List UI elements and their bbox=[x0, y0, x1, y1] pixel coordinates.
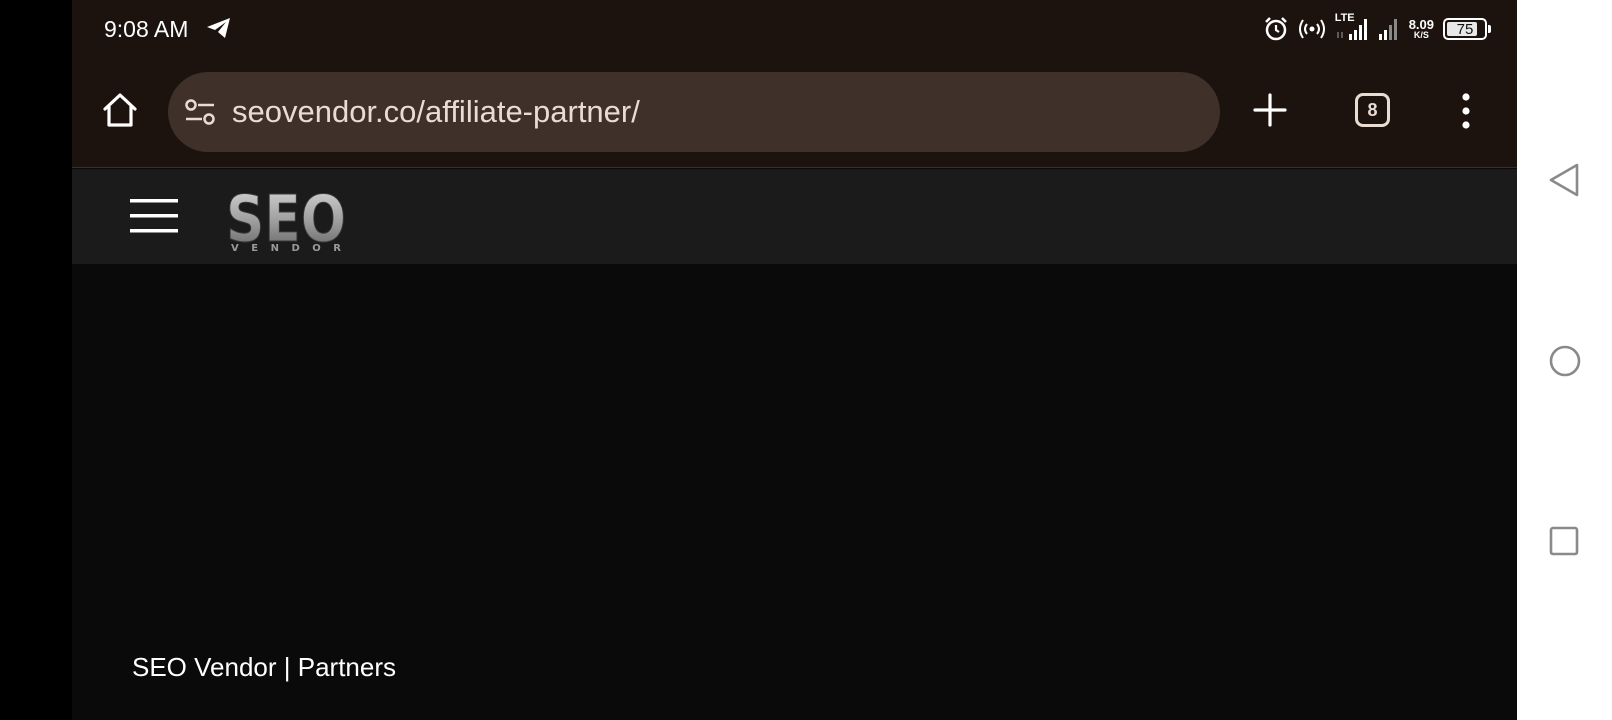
system-nav-bar bbox=[1517, 0, 1612, 720]
tab-switcher-button[interactable]: 8 bbox=[1355, 93, 1390, 127]
network-speed: 8.09 K/S bbox=[1408, 16, 1434, 40]
battery-level: 75 bbox=[1456, 20, 1474, 38]
lte-label: LTE bbox=[1334, 12, 1355, 24]
page-content: SEO Vendor | Partners bbox=[72, 264, 1517, 720]
network-speed-value: 8.09 bbox=[1408, 16, 1434, 32]
lte-signal-icon: LTE bbox=[1335, 12, 1369, 42]
hotspot-icon bbox=[1298, 18, 1326, 40]
back-icon[interactable] bbox=[1547, 162, 1581, 198]
home-nav-icon[interactable] bbox=[1548, 344, 1582, 378]
signal-icon bbox=[1378, 16, 1400, 42]
telegram-icon bbox=[206, 16, 232, 40]
left-gutter bbox=[0, 0, 72, 720]
recents-icon[interactable] bbox=[1549, 526, 1579, 556]
alarm-icon bbox=[1263, 16, 1289, 42]
new-tab-button[interactable] bbox=[1250, 90, 1290, 130]
more-menu-icon[interactable] bbox=[1458, 92, 1474, 130]
browser-toolbar: seovendor.co/affiliate-partner/ 8 bbox=[72, 58, 1517, 168]
site-header: SEO VENDOR bbox=[72, 169, 1517, 264]
seo-vendor-logo[interactable]: SEO VENDOR bbox=[224, 181, 348, 254]
phone-screen: 9:08 AM LTE 8.09 K/S 75 seovendor.co/aff… bbox=[72, 0, 1517, 720]
address-bar[interactable]: seovendor.co/affiliate-partner/ bbox=[168, 72, 1220, 152]
network-speed-unit: K/S bbox=[1413, 29, 1429, 40]
home-button[interactable] bbox=[100, 90, 140, 130]
status-bar: 9:08 AM LTE 8.09 K/S 75 bbox=[72, 0, 1517, 58]
status-time: 9:08 AM bbox=[104, 16, 189, 42]
status-icons: LTE 8.09 K/S 75 bbox=[1263, 12, 1491, 46]
tab-count: 8 bbox=[1367, 99, 1378, 120]
battery-icon: 75 bbox=[1443, 18, 1491, 40]
page-title: SEO Vendor | Partners bbox=[132, 652, 396, 682]
url-text[interactable]: seovendor.co/affiliate-partner/ bbox=[232, 94, 640, 130]
hamburger-menu-icon[interactable] bbox=[130, 195, 178, 235]
site-settings-icon[interactable] bbox=[184, 98, 216, 126]
